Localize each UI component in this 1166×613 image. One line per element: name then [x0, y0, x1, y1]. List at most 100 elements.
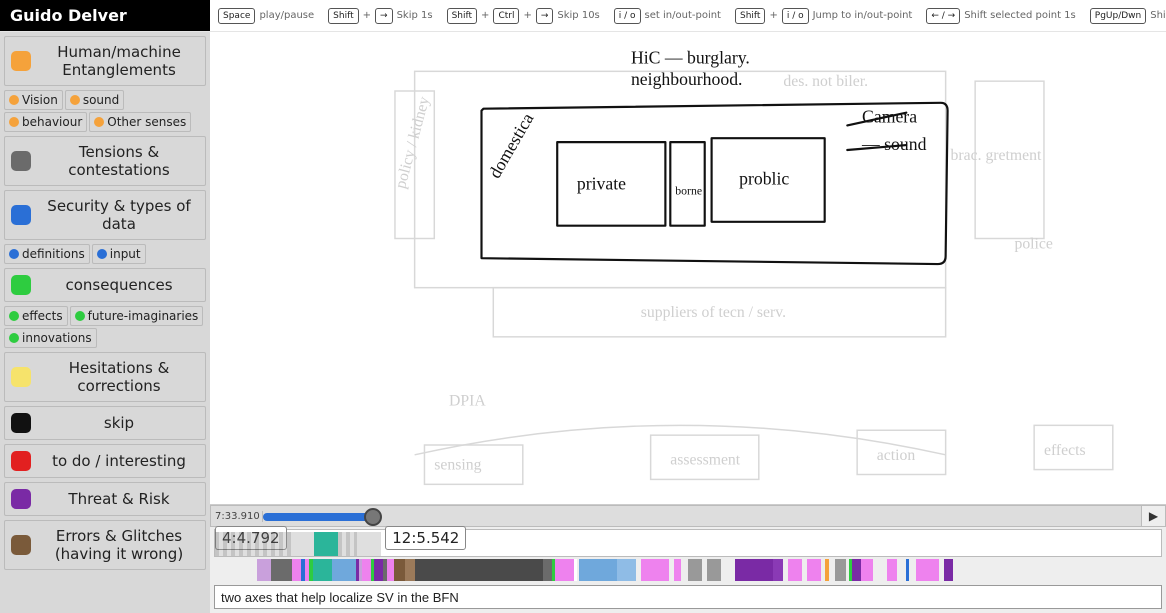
svg-text:neighbourhood.: neighbourhood. — [631, 69, 743, 89]
subtag[interactable]: Other senses — [89, 112, 191, 132]
keycap: ← / → — [926, 8, 960, 24]
annotation-segment[interactable] — [617, 559, 636, 581]
annotation-segment[interactable] — [543, 559, 552, 581]
scrub-track[interactable] — [263, 506, 1141, 526]
category-box[interactable]: Hesitations & corrections — [4, 352, 206, 402]
subtag[interactable]: effects — [4, 306, 68, 326]
annotation-segment[interactable] — [555, 559, 574, 581]
dot-icon — [9, 311, 19, 321]
hint-label: play/pause — [259, 10, 314, 21]
hint-group: ← / →Shift selected point 1s — [926, 8, 1075, 24]
annotation-segment[interactable] — [944, 559, 953, 581]
subtag[interactable]: input — [92, 244, 146, 264]
annotation-segment[interactable] — [852, 559, 861, 581]
annotation-segment[interactable] — [374, 559, 383, 581]
color-swatch — [11, 451, 31, 471]
annotation-segment[interactable] — [641, 559, 669, 581]
dot-icon — [9, 117, 19, 127]
svg-text:HiC — burglary.: HiC — burglary. — [631, 47, 750, 67]
category-box[interactable]: Errors & Glitches (having it wrong) — [4, 520, 206, 570]
annotation-segment[interactable] — [387, 559, 394, 581]
subtag[interactable]: sound — [65, 90, 124, 110]
color-swatch — [11, 51, 31, 71]
category-label: Threat & Risk — [39, 490, 199, 508]
hint-label: Jump to in/out-point — [813, 10, 913, 21]
annotation-segment[interactable] — [257, 559, 271, 581]
annotation-segment[interactable] — [405, 559, 414, 581]
annotation-segment[interactable] — [773, 559, 782, 581]
subtag[interactable]: innovations — [4, 328, 97, 348]
color-swatch — [11, 205, 31, 225]
dot-icon — [9, 249, 19, 259]
hint-label: set in/out-point — [645, 10, 721, 21]
annotation-text-row — [214, 585, 1162, 609]
category-box[interactable]: consequences — [4, 268, 206, 302]
svg-text:problic: problic — [739, 168, 789, 188]
category-box[interactable]: Threat & Risk — [4, 482, 206, 516]
subtag[interactable]: Vision — [4, 90, 63, 110]
annotation-segment[interactable] — [453, 559, 491, 581]
selection-segment — [215, 532, 295, 556]
plus-separator: + — [523, 10, 531, 21]
category-box[interactable]: Human/machine Entanglements — [4, 36, 206, 86]
annotation-segment[interactable] — [362, 559, 371, 581]
annotation-segment[interactable] — [574, 559, 577, 581]
annotation-segment[interactable] — [887, 559, 896, 581]
annotation-segment[interactable] — [825, 559, 829, 581]
dot-icon — [70, 95, 80, 105]
selection-segment — [295, 532, 314, 556]
category-label: consequences — [39, 276, 199, 294]
subtag-label: Vision — [22, 93, 58, 107]
annotation-segment[interactable] — [688, 559, 702, 581]
annotation-segment[interactable] — [271, 559, 292, 581]
annotation-segment[interactable] — [415, 559, 453, 581]
annotation-segment[interactable] — [906, 559, 909, 581]
hint-label: Skip 1s — [397, 10, 433, 21]
annotation-segment[interactable] — [519, 559, 543, 581]
annotation-segment[interactable] — [835, 559, 846, 581]
timeline: 7:33.910 ▶ 4:4.792 12:5.542 — [210, 504, 1166, 613]
selection-row[interactable]: 4:4.792 12:5.542 — [214, 529, 1162, 557]
svg-text:action: action — [877, 447, 916, 464]
hint-group: Shift+i / oJump to in/out-point — [735, 8, 912, 24]
category-label: skip — [39, 414, 199, 432]
annotation-row[interactable] — [214, 559, 1162, 581]
annotation-segment[interactable] — [491, 559, 519, 581]
subtag[interactable]: definitions — [4, 244, 90, 264]
keyboard-hints: Spaceplay/pauseShift+→Skip 1sShift+Ctrl+… — [210, 0, 1166, 31]
annotation-segment[interactable] — [674, 559, 682, 581]
annotation-segment[interactable] — [332, 559, 357, 581]
category-box[interactable]: skip — [4, 406, 206, 440]
category-label: Hesitations & corrections — [39, 359, 199, 395]
scrub-handle[interactable] — [364, 508, 382, 526]
subtag-label: sound — [83, 93, 119, 107]
drawing-canvas[interactable]: des. not biler. brac. gretment police su… — [210, 32, 1166, 504]
svg-text:— sound: — sound — [861, 134, 927, 154]
out-point-label[interactable]: 12:5.542 — [385, 526, 466, 550]
annotation-segment[interactable] — [735, 559, 754, 581]
annotation-segment[interactable] — [788, 559, 802, 581]
annotation-segment[interactable] — [313, 559, 332, 581]
svg-text:private: private — [577, 173, 626, 193]
next-button[interactable]: ▶ — [1141, 506, 1165, 526]
subtag[interactable]: behaviour — [4, 112, 87, 132]
dot-icon — [75, 311, 85, 321]
dot-icon — [97, 249, 107, 259]
svg-text:brac. gretment: brac. gretment — [951, 147, 1042, 164]
annotation-segment[interactable] — [596, 559, 617, 581]
annotation-segment[interactable] — [394, 559, 405, 581]
keycap: i / o — [782, 8, 809, 24]
annotation-segment[interactable] — [916, 559, 940, 581]
annotation-segment[interactable] — [807, 559, 821, 581]
annotation-segment[interactable] — [861, 559, 872, 581]
category-box[interactable]: Security & types of data — [4, 190, 206, 240]
annotation-segment[interactable] — [707, 559, 721, 581]
category-box[interactable]: Tensions & contestations — [4, 136, 206, 186]
category-box[interactable]: to do / interesting — [4, 444, 206, 478]
annotation-segment[interactable] — [754, 559, 773, 581]
subtag[interactable]: future-imaginaries — [70, 306, 204, 326]
annotation-segment[interactable] — [579, 559, 596, 581]
annotation-text-input[interactable] — [214, 585, 1162, 609]
keycap: → — [536, 8, 554, 24]
annotation-segment[interactable] — [292, 559, 301, 581]
